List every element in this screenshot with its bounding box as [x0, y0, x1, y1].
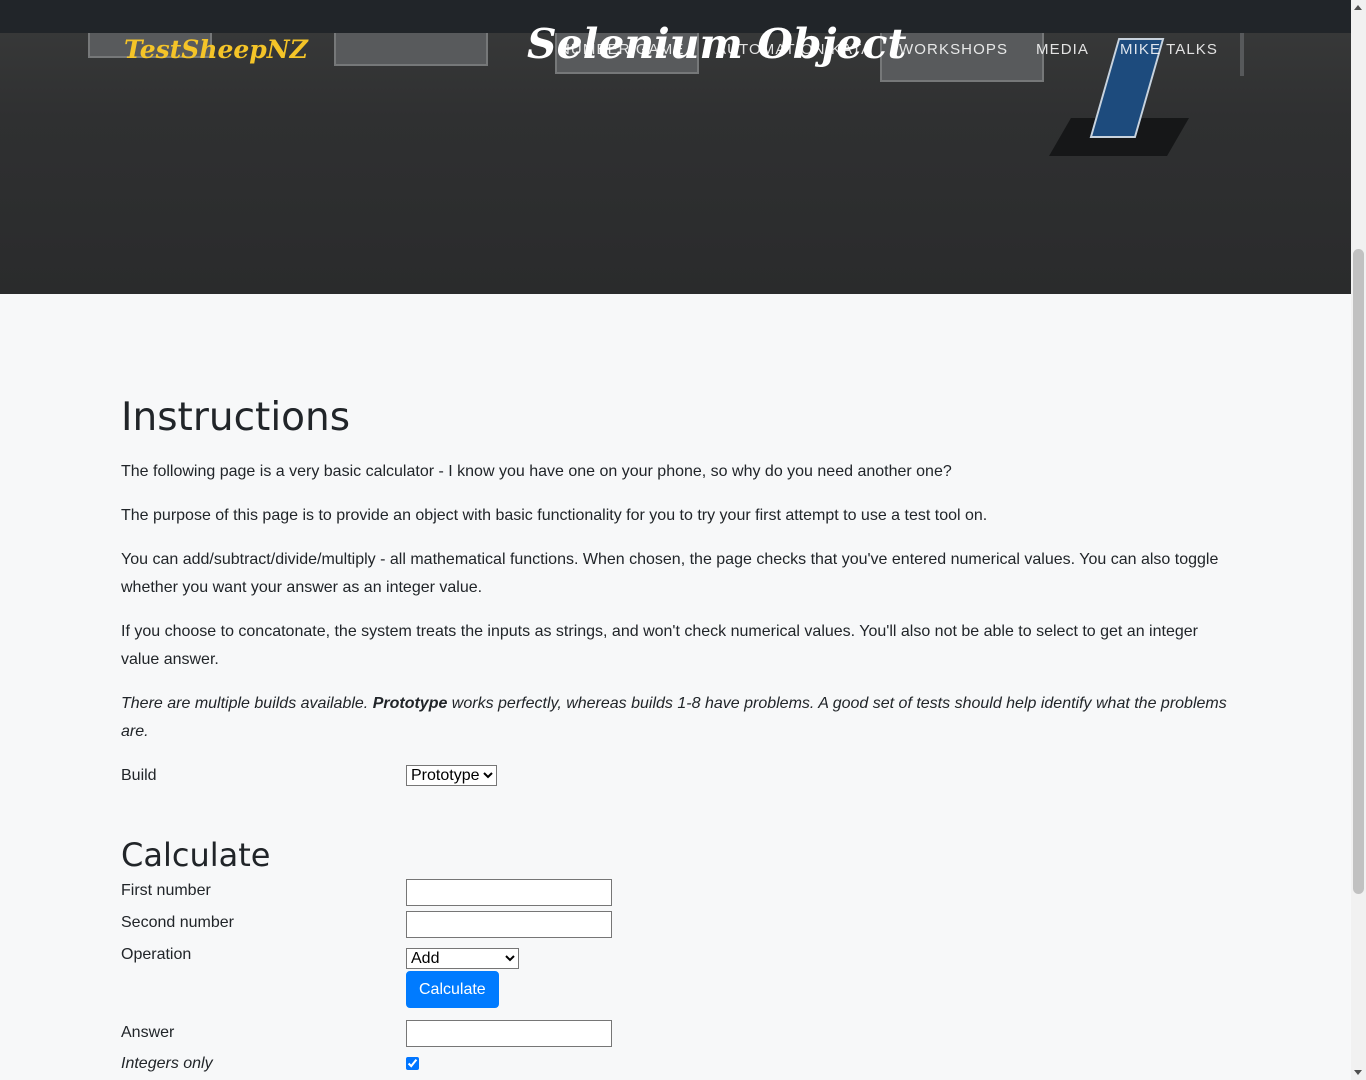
- answer-field[interactable]: [406, 1020, 612, 1047]
- nav-workshops[interactable]: WORKSHOPS: [899, 41, 1008, 58]
- nav-automation-kata[interactable]: AUTOMATION KATA: [716, 41, 872, 58]
- calculate-button-row: Calculate: [121, 968, 1233, 1019]
- instructions-paragraph: If you choose to concatonate, the system…: [121, 623, 1198, 668]
- build-label: Build: [121, 767, 157, 784]
- calculate-heading: Calculate: [121, 836, 271, 874]
- instructions-paragraph: You can add/subtract/divide/multiply - a…: [121, 551, 1219, 596]
- integers-only-checkbox[interactable]: [406, 1057, 419, 1070]
- first-number-label: First number: [121, 882, 211, 899]
- second-number-input[interactable]: [406, 911, 612, 938]
- instructions-paragraph: The following page is a very basic calcu…: [121, 463, 952, 480]
- main-nav: NUMBER GAME AUTOMATION KATA WORKSHOPS ME…: [0, 41, 1366, 61]
- nav-media[interactable]: MEDIA: [1036, 41, 1089, 58]
- main-content: Instructions The following page is a ver…: [121, 390, 1233, 1078]
- first-number-row: First number: [121, 877, 1233, 909]
- page-scrollbar[interactable]: [1351, 0, 1366, 1080]
- build-select[interactable]: Prototype: [406, 765, 497, 786]
- nav-number-game[interactable]: NUMBER GAME: [559, 41, 684, 58]
- calculate-button[interactable]: Calculate: [406, 971, 499, 1008]
- integers-only-label: Integers only: [121, 1055, 213, 1072]
- answer-label: Answer: [121, 1024, 175, 1041]
- builds-note-prototype: Prototype: [372, 695, 448, 712]
- scroll-down-icon[interactable]: [1354, 1070, 1362, 1075]
- integers-row: Integers only: [121, 1050, 1233, 1078]
- build-row: Build Prototype: [121, 762, 1233, 790]
- builds-note: There are multiple builds available. Pro…: [121, 690, 1233, 746]
- nav-mike-talks[interactable]: MIKE TALKS: [1120, 41, 1218, 58]
- operation-row: Operation Add: [121, 941, 1233, 969]
- operation-label: Operation: [121, 946, 192, 963]
- first-number-input[interactable]: [406, 879, 612, 906]
- scroll-up-icon[interactable]: [1354, 5, 1362, 10]
- answer-row: Answer: [121, 1019, 1233, 1050]
- operation-select[interactable]: Add: [406, 948, 519, 969]
- instructions-heading: Instructions: [121, 395, 351, 440]
- instructions-paragraph: The purpose of this page is to provide a…: [121, 507, 988, 524]
- second-number-label: Second number: [121, 914, 234, 931]
- scrollbar-thumb[interactable]: [1353, 249, 1364, 894]
- second-number-row: Second number: [121, 909, 1233, 941]
- builds-note-text: There are multiple builds available.: [121, 695, 373, 712]
